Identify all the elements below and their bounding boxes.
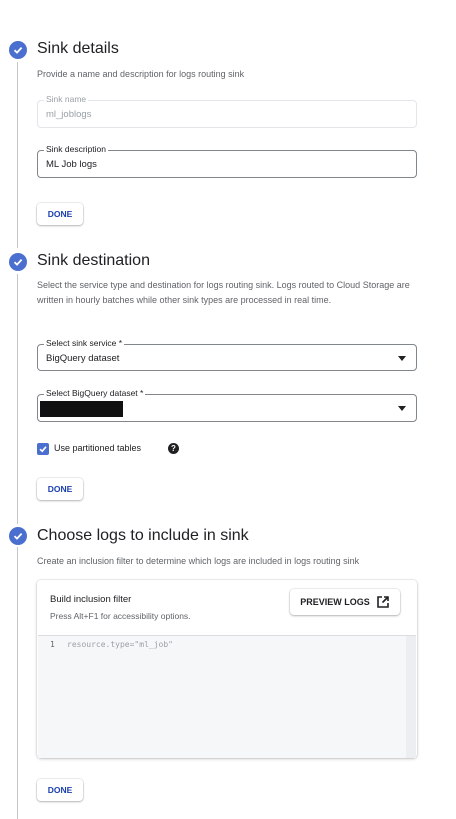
field-value: ml_joblogs: [46, 109, 92, 120]
button-label: PREVIEW LOGS: [300, 597, 370, 607]
step-connector: [17, 547, 18, 819]
filter-editor[interactable]: 1 resource.type="ml_job": [38, 635, 416, 758]
field-label: Select BigQuery dataset *: [44, 388, 146, 398]
preview-logs-button[interactable]: PREVIEW LOGS: [290, 589, 400, 615]
section-title: Sink destination: [37, 252, 150, 269]
field-label: Sink name: [44, 94, 89, 104]
sink-description-field[interactable]: Sink description ML Job logs: [37, 144, 417, 178]
done-button[interactable]: DONE: [37, 779, 83, 801]
section-description: Select the service type and destination …: [37, 280, 410, 305]
step-connector: [17, 62, 18, 248]
help-icon[interactable]: ?: [168, 443, 179, 454]
inclusion-filter-panel: Build inclusion filter Press Alt+F1 for …: [37, 580, 417, 758]
check-circle-icon: [9, 253, 27, 271]
section-description: Provide a name and description for logs …: [37, 69, 245, 79]
done-button[interactable]: DONE: [37, 203, 83, 225]
section-title: Choose logs to include in sink: [37, 527, 249, 544]
step-connector: [17, 274, 18, 524]
bigquery-dataset-select[interactable]: Select BigQuery dataset *: [37, 388, 417, 422]
checkbox-label: Use partitioned tables: [54, 443, 142, 453]
field-value: BigQuery dataset: [46, 353, 120, 364]
open-in-new-icon: [376, 596, 389, 608]
check-circle-icon: [9, 527, 27, 545]
done-button[interactable]: DONE: [37, 478, 83, 500]
line-number: 1: [50, 640, 55, 649]
sink-service-select[interactable]: Select sink service * BigQuery dataset: [37, 338, 417, 371]
field-label: Select sink service *: [44, 338, 125, 348]
partitioned-tables-checkbox[interactable]: [37, 443, 49, 455]
redacted-value: [40, 401, 123, 417]
field-value: ML Job logs: [46, 159, 97, 170]
field-label: Sink description: [44, 144, 109, 154]
filter-title: Build inclusion filter: [50, 594, 132, 605]
section-title: Sink details: [37, 40, 119, 57]
sink-name-field: Sink name ml_joblogs: [37, 94, 417, 128]
filter-hint: Press Alt+F1 for accessibility options.: [50, 611, 191, 621]
chevron-down-icon: [398, 356, 406, 361]
check-circle-icon: [9, 41, 27, 59]
filter-code: resource.type="ml_job": [67, 640, 173, 649]
section-description: Create an inclusion filter to determine …: [37, 556, 360, 566]
editor-scrollbar[interactable]: [406, 636, 416, 758]
chevron-down-icon: [398, 406, 406, 411]
